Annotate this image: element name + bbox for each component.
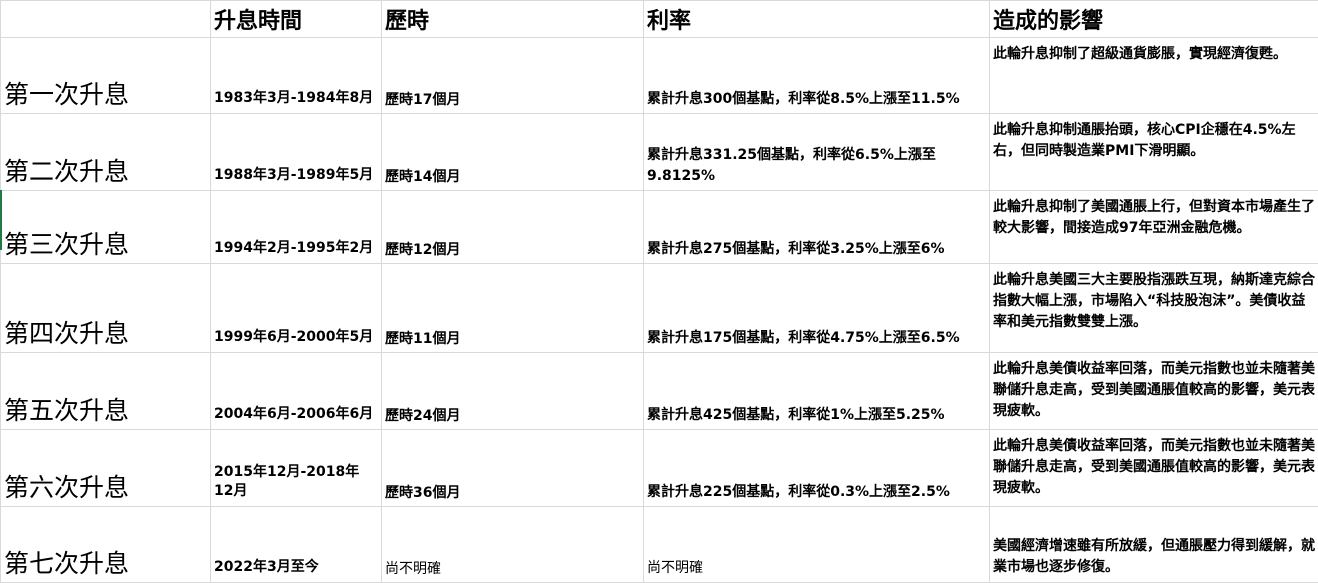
period-cell[interactable]: 2015年12月-2018年12月 (210, 429, 382, 507)
period-cell[interactable]: 2022年3月至今 (210, 506, 382, 583)
effect-cell[interactable]: 此輪升息美國三大主要股指漲跌互現，納斯達克綜合指數大幅上漲，市場陷入“科技股泡沫… (989, 263, 1318, 353)
hike-label[interactable]: 第七次升息 (0, 506, 211, 583)
hike-label[interactable]: 第六次升息 (0, 429, 211, 507)
table-row: 第一次升息 1983年3月-1984年8月 歷時17個月 累計升息300個基點，… (0, 37, 1318, 114)
duration-cell[interactable]: 歷時24個月 (381, 352, 644, 430)
rate-hike-table: 升息時間 歷時 利率 造成的影響 第一次升息 1983年3月-1984年8月 歷… (0, 0, 1318, 583)
period-cell[interactable]: 1994年2月-1995年2月 (210, 190, 382, 264)
table-row: 第四次升息 1999年6月-2000年5月 歷時11個月 累計升息175個基點，… (0, 263, 1318, 353)
header-cell[interactable]: 升息時間 (210, 0, 382, 38)
header-cell[interactable]: 造成的影響 (989, 0, 1318, 38)
header-cell[interactable]: 利率 (643, 0, 990, 38)
period-cell[interactable]: 1983年3月-1984年8月 (210, 37, 382, 114)
table-row: 第三次升息 1994年2月-1995年2月 歷時12個月 累計升息275個基點，… (0, 190, 1318, 264)
effect-cell[interactable]: 此輪升息美債收益率回落，而美元指數也並未隨著美聯儲升息走高，受到美國通脹值較高的… (989, 352, 1318, 430)
table-row: 第五次升息 2004年6月-2006年6月 歷時24個月 累計升息425個基點，… (0, 352, 1318, 430)
rate-cell[interactable]: 累計升息425個基點，利率從1%上漲至5.25% (643, 352, 990, 430)
duration-cell[interactable]: 歷時36個月 (381, 429, 644, 507)
effect-cell[interactable]: 此輪升息抑制通脹抬頭，核心CPI企穩在4.5%左右，但同時製造業PMI下滑明顯。 (989, 113, 1318, 191)
header-cell[interactable]: 歷時 (381, 0, 644, 38)
row-header-edge-marker (0, 190, 2, 250)
hike-label[interactable]: 第三次升息 (0, 190, 211, 264)
rate-cell[interactable]: 累計升息175個基點，利率從4.75%上漲至6.5% (643, 263, 990, 353)
effect-cell[interactable]: 此輪升息抑制了美國通脹上行，但對資本市場產生了較大影響，間接造成97年亞洲金融危… (989, 190, 1318, 264)
duration-cell[interactable]: 歷時17個月 (381, 37, 644, 114)
effect-cell[interactable]: 此輪升息抑制了超級通貨膨脹，實現經濟復甦。 (989, 37, 1318, 114)
period-cell[interactable]: 1999年6月-2000年5月 (210, 263, 382, 353)
duration-cell[interactable]: 歷時12個月 (381, 190, 644, 264)
effect-cell[interactable]: 美國經濟增速雖有所放緩，但通脹壓力得到緩解，就業市場也逐步修復。 (989, 506, 1318, 583)
table-row: 第二次升息 1988年3月-1989年5月 歷時14個月 累計升息331.25個… (0, 113, 1318, 191)
hike-label[interactable]: 第四次升息 (0, 263, 211, 353)
rate-cell[interactable]: 累計升息331.25個基點，利率從6.5%上漲至9.8125% (643, 113, 990, 191)
rate-cell[interactable]: 累計升息225個基點，利率從0.3%上漲至2.5% (643, 429, 990, 507)
duration-cell[interactable]: 歷時14個月 (381, 113, 644, 191)
header-row: 升息時間 歷時 利率 造成的影響 (0, 0, 1318, 38)
rate-cell[interactable]: 尚不明確 (643, 506, 990, 583)
duration-cell[interactable]: 歷時11個月 (381, 263, 644, 353)
hike-label[interactable]: 第一次升息 (0, 37, 211, 114)
hike-label[interactable]: 第二次升息 (0, 113, 211, 191)
hike-label[interactable]: 第五次升息 (0, 352, 211, 430)
table-row: 第七次升息 2022年3月至今 尚不明確 尚不明確 美國經濟增速雖有所放緩，但通… (0, 506, 1318, 583)
period-cell[interactable]: 2004年6月-2006年6月 (210, 352, 382, 430)
effect-cell[interactable]: 此輪升息美債收益率回落，而美元指數也並未隨著美聯儲升息走高，受到美國通脹值較高的… (989, 429, 1318, 507)
rate-cell[interactable]: 累計升息300個基點，利率從8.5%上漲至11.5% (643, 37, 990, 114)
table-row: 第六次升息 2015年12月-2018年12月 歷時36個月 累計升息225個基… (0, 429, 1318, 507)
period-cell[interactable]: 1988年3月-1989年5月 (210, 113, 382, 191)
duration-cell[interactable]: 尚不明確 (381, 506, 644, 583)
header-cell[interactable] (0, 0, 211, 38)
rate-cell[interactable]: 累計升息275個基點，利率從3.25%上漲至6% (643, 190, 990, 264)
